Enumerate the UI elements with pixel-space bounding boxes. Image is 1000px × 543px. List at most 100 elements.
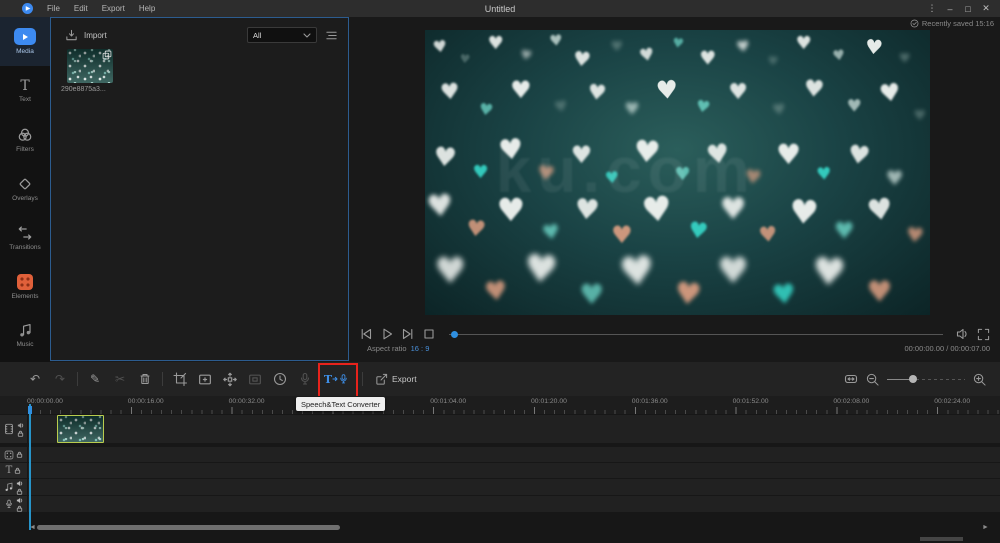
- speaker-icon[interactable]: [16, 497, 23, 504]
- voiceover-track-header[interactable]: [0, 496, 28, 512]
- duration-clock-button[interactable]: [272, 372, 288, 386]
- heart-shape: ♥: [717, 254, 749, 290]
- undo-button[interactable]: ↶: [27, 373, 43, 385]
- menu-help[interactable]: Help: [139, 4, 155, 13]
- ruler-time-label: 00:00:16.00: [128, 398, 164, 405]
- toolbar-separator: [362, 372, 363, 386]
- sidebar-item-media[interactable]: Media: [0, 17, 50, 66]
- elements-track-header[interactable]: [0, 447, 28, 462]
- zoom-in-icon[interactable]: [973, 373, 986, 386]
- sidebar-item-elements[interactable]: Elements: [0, 262, 50, 311]
- timeline-zoom-slider[interactable]: [887, 379, 965, 380]
- text-track-body[interactable]: [28, 463, 1000, 478]
- heart-shape: ♥: [573, 195, 600, 225]
- sidebar-item-transitions[interactable]: Transitions: [0, 213, 50, 262]
- heart-shape: ♥: [694, 98, 711, 116]
- ruler-time-label: 00:00:00.00: [27, 398, 63, 405]
- lock-icon[interactable]: [16, 451, 23, 458]
- sidebar-item-overlays[interactable]: Overlays: [0, 164, 50, 213]
- video-preview[interactable]: ♥♥♥♥♥♥♥♥♥♥♥♥♥♥♥♥♥♥♥♥♥♥♥♥♥♥♥♥♥♥♥♥♥♥♥♥♥♥♥♥…: [425, 30, 930, 315]
- speaker-icon[interactable]: [17, 422, 24, 429]
- heart-shape: ♥: [465, 218, 487, 242]
- stop-button[interactable]: [422, 327, 436, 341]
- progress-handle[interactable]: [451, 331, 458, 338]
- media-clip-name: 290e8875a3...: [61, 86, 131, 93]
- preview-progress-bar[interactable]: [449, 334, 943, 335]
- heart-shape: ♥: [477, 101, 493, 119]
- menu-file[interactable]: File: [47, 4, 60, 13]
- speech-text-converter-button[interactable]: T Speech&Text Converter: [320, 365, 353, 393]
- edit-pencil-button[interactable]: ✎: [87, 373, 103, 385]
- zoom-out-icon[interactable]: [866, 373, 879, 386]
- fit-timeline-icon[interactable]: [844, 372, 858, 386]
- toolbar-separator: [162, 372, 163, 386]
- heart-shape: ♥: [655, 77, 679, 104]
- heart-shape: ♥: [434, 254, 466, 290]
- elements-track-body[interactable]: [28, 447, 1000, 462]
- delete-trash-button[interactable]: [137, 372, 153, 386]
- motion-button[interactable]: [222, 372, 238, 387]
- window-menu-dots-icon[interactable]: ⋮: [926, 3, 938, 14]
- maximize-icon[interactable]: □: [962, 4, 974, 14]
- redo-button[interactable]: ↷: [52, 373, 68, 385]
- heart-shape: ♥: [905, 224, 925, 245]
- previous-frame-button[interactable]: [359, 327, 373, 341]
- list-view-icon[interactable]: [325, 29, 338, 42]
- lock-icon[interactable]: [16, 505, 23, 512]
- video-track-body[interactable]: [28, 415, 1000, 443]
- music-track: [0, 479, 1000, 495]
- volume-icon[interactable]: [956, 327, 970, 341]
- video-track-header[interactable]: [0, 415, 28, 443]
- timeline-ruler[interactable]: 00:00:00.0000:00:16.0000:00:32.0000:00:4…: [0, 396, 1000, 414]
- sidebar-item-filters[interactable]: Filters: [0, 115, 50, 164]
- play-button[interactable]: [380, 327, 394, 341]
- music-note-icon: [4, 482, 14, 492]
- filters-icon: [17, 127, 33, 143]
- heart-shape: ♥: [497, 194, 526, 226]
- crop-button[interactable]: [172, 372, 188, 386]
- voiceover-track-body[interactable]: [28, 496, 1000, 512]
- edit-toolbar: ↶ ↷ ✎ ✂ T Speech&Text Converter Export: [0, 362, 1000, 396]
- minimize-icon[interactable]: –: [944, 4, 956, 14]
- text-track-header[interactable]: T: [0, 463, 28, 478]
- heart-shape: ♥: [758, 224, 779, 247]
- scroll-right-arrow[interactable]: ►: [982, 524, 989, 531]
- music-track-header[interactable]: [0, 479, 28, 495]
- menu-edit[interactable]: Edit: [74, 4, 88, 13]
- lock-icon[interactable]: [14, 467, 21, 474]
- zoom-region-button[interactable]: [197, 372, 213, 387]
- sidebar-item-music[interactable]: Music: [0, 311, 50, 360]
- close-icon[interactable]: ✕: [980, 3, 992, 14]
- media-filter-dropdown[interactable]: All: [247, 27, 317, 43]
- scrollbar-corner: [920, 537, 963, 541]
- playhead-line[interactable]: [29, 404, 31, 530]
- lock-icon[interactable]: [17, 430, 24, 437]
- split-scissors-button[interactable]: ✂: [112, 373, 128, 385]
- music-track-body[interactable]: [28, 479, 1000, 495]
- heart-shape: ♥: [472, 164, 488, 182]
- playhead-marker[interactable]: [28, 406, 32, 414]
- zoom-slider-handle[interactable]: [909, 375, 917, 383]
- media-clip-thumbnail[interactable]: [67, 49, 113, 83]
- heart-shape: ♥: [816, 166, 832, 184]
- horizontal-scrollbar[interactable]: [37, 525, 340, 530]
- lock-icon[interactable]: [16, 488, 23, 495]
- timeline-clip[interactable]: [57, 415, 104, 443]
- import-button[interactable]: Import: [65, 29, 107, 42]
- menu-export[interactable]: Export: [102, 4, 125, 13]
- aspect-ratio-value[interactable]: 16 : 9: [411, 344, 430, 353]
- sidebar-item-text[interactable]: T Text: [0, 66, 50, 115]
- heart-shape: ♥: [633, 137, 662, 169]
- heart-shape: ♥: [638, 46, 656, 65]
- voiceover-mic-button[interactable]: [297, 372, 313, 386]
- microphone-icon: [4, 499, 14, 509]
- film-icon: [3, 423, 15, 435]
- fullscreen-icon[interactable]: [977, 328, 990, 341]
- speaker-icon[interactable]: [16, 480, 23, 487]
- next-frame-button[interactable]: [401, 327, 415, 341]
- mosaic-button[interactable]: [247, 372, 263, 387]
- ruler-time-label: 00:00:32.00: [229, 398, 265, 405]
- ruler-time-label: 00:01:04.00: [430, 398, 466, 405]
- heart-shape: ♥: [686, 220, 709, 245]
- export-button[interactable]: Export: [375, 373, 417, 386]
